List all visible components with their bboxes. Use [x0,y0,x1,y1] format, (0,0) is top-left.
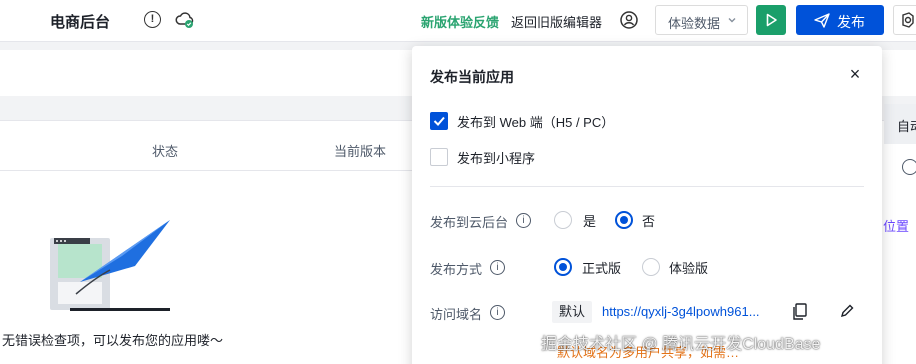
cloud-admin-label: 发布到云后台 [430,215,509,230]
chevron-down-icon [728,18,736,23]
domain-label: 访问域名 [430,307,483,322]
run-preview-button[interactable] [756,5,786,35]
dialog-title: 发布当前应用 [430,69,514,85]
domain-help-icon[interactable]: i [490,305,505,320]
miniprogram-target-label[interactable]: 发布到小程序 [457,148,535,167]
publish-mode-label: 发布方式 [430,262,483,277]
publish-button-label: 发布 [837,14,865,30]
data-mode-value: 体验数据 [668,16,721,31]
default-domain-tag: 默认 [552,301,592,323]
send-icon [814,13,830,28]
top-bar: 电商后台 ! 新版体验反馈 返回旧版编辑器 体验数据 发布 [0,0,916,42]
back-to-old-editor-link[interactable]: 返回旧版编辑器 [511,12,602,31]
release-version-label[interactable]: 正式版 [582,258,621,277]
copy-icon[interactable] [792,303,808,321]
publish-mode-help-icon[interactable]: i [490,260,505,275]
cloud-check-icon[interactable] [175,11,195,29]
domain-url-link[interactable]: https://qyxlj-3g4lpowh961... [602,304,760,319]
feedback-link[interactable]: 新版体验反馈 [421,12,499,31]
empty-state-illustration [50,220,170,311]
cloud-admin-no-radio[interactable] [615,211,633,229]
miniprogram-target-checkbox[interactable] [430,148,448,166]
info-icon[interactable]: ! [144,11,161,28]
settings-icon [902,12,914,28]
settings-button[interactable] [893,5,916,35]
edit-icon[interactable] [839,303,855,319]
column-header-status: 状态 [152,144,179,159]
close-icon[interactable]: × [847,65,863,83]
publish-button[interactable]: 发布 [796,5,884,35]
right-auto-label: 自动 [897,119,916,134]
column-header-current-version: 当前版本 [334,144,387,159]
cloud-admin-yes-label[interactable]: 是 [583,211,596,230]
check-icon [433,116,445,126]
right-position-link[interactable]: 位置 [883,216,909,235]
trial-version-radio[interactable] [642,258,660,276]
publish-dialog: 发布当前应用 × 发布到 Web 端（H5 / PC） 发布到小程序 发布到云后… [412,46,882,364]
web-target-label[interactable]: 发布到 Web 端（H5 / PC） [457,112,614,131]
cloud-admin-yes-radio[interactable] [554,211,572,229]
trial-version-label[interactable]: 体验版 [669,258,708,277]
empty-state-text: 无错误检查项，可以发布您的应用喽～ [2,333,224,348]
cloud-admin-no-label[interactable]: 否 [642,211,655,230]
play-icon [766,13,777,27]
right-ring-icon[interactable] [902,159,916,175]
dialog-divider [430,186,864,187]
release-version-radio[interactable] [554,258,572,276]
cloud-admin-help-icon[interactable]: i [516,213,531,228]
user-icon[interactable] [620,11,638,29]
table-header-divider [0,170,412,171]
web-target-checkbox[interactable] [430,112,448,130]
watermark: 掘金技术社区 @ 腾讯云开发CloudBase [541,336,821,353]
app-title: 电商后台 [50,14,111,31]
data-mode-select[interactable]: 体验数据 [655,5,748,35]
